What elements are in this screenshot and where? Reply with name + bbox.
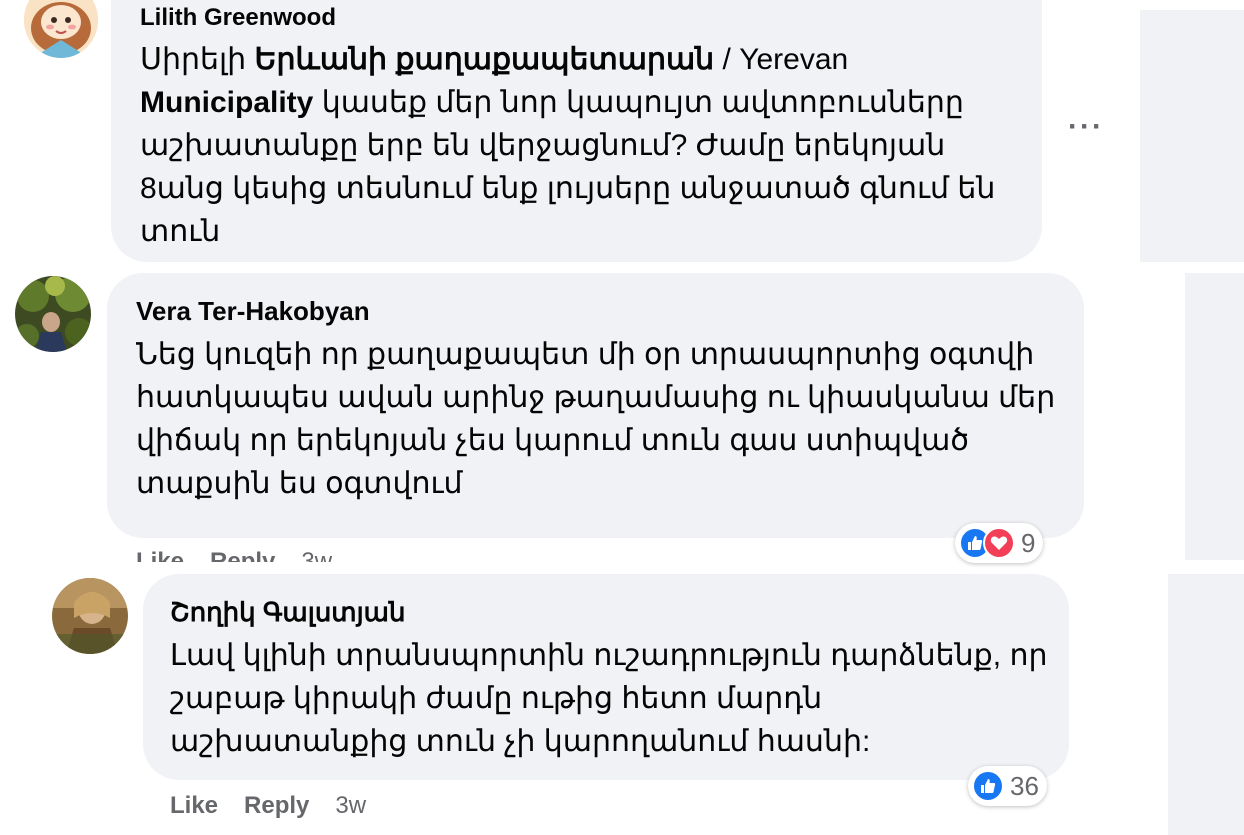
like-button[interactable]: Like <box>136 548 184 562</box>
mention-municipality[interactable]: Municipality <box>140 86 313 119</box>
comment-text: Լավ կլինի տրանսպորտին ուշադրություն դարձ… <box>170 639 1048 758</box>
comment-actions: Like Reply 3w <box>170 792 392 820</box>
reactions-summary[interactable]: 9 <box>955 523 1044 563</box>
reply-button[interactable]: Reply <box>210 548 275 562</box>
comment-actions: Like Reply 3w <box>136 548 358 562</box>
avatar[interactable] <box>24 0 98 58</box>
more-options-icon[interactable]: ··· <box>1068 110 1104 144</box>
comment-text-part: Սիրելի <box>140 43 255 76</box>
like-reaction-icon <box>972 770 1004 802</box>
comment-timestamp[interactable]: 3w <box>335 792 366 819</box>
reactions-count: 9 <box>1021 527 1036 558</box>
avatar[interactable] <box>52 578 128 654</box>
comment-timestamp[interactable]: 3w <box>301 548 332 562</box>
comment-author[interactable]: Vera Ter-Hakobyan <box>136 296 370 327</box>
mention-yerevan-municipality[interactable]: Երևանի քաղաքապետարան <box>255 43 715 76</box>
reactions-count: 36 <box>1010 770 1039 801</box>
like-button[interactable]: Like <box>170 792 218 819</box>
comment-text: Նեց կուզեի որ քաղաքապետ մի օր տրասպորտից… <box>136 338 1056 500</box>
comment-text: Սիրելի Երևանի քաղաքապետարան / Yerevan Mu… <box>140 38 1020 253</box>
comment-author[interactable]: Շողիկ Գալստյան <box>170 597 405 628</box>
comment-text-part: / Yerevan <box>714 43 849 76</box>
reply-button[interactable]: Reply <box>244 792 309 819</box>
reactions-summary[interactable]: 36 <box>968 766 1047 806</box>
side-panel-top <box>1140 10 1244 262</box>
girl-avatar-icon <box>24 0 98 58</box>
profile-photo-icon <box>52 578 128 654</box>
side-panel-bottom <box>1168 574 1244 835</box>
side-panel-middle <box>1185 273 1244 560</box>
comment-author[interactable]: Lilith Greenwood <box>140 4 336 32</box>
love-reaction-icon <box>983 527 1015 559</box>
avatar[interactable] <box>15 276 91 352</box>
profile-photo-icon <box>15 276 91 352</box>
